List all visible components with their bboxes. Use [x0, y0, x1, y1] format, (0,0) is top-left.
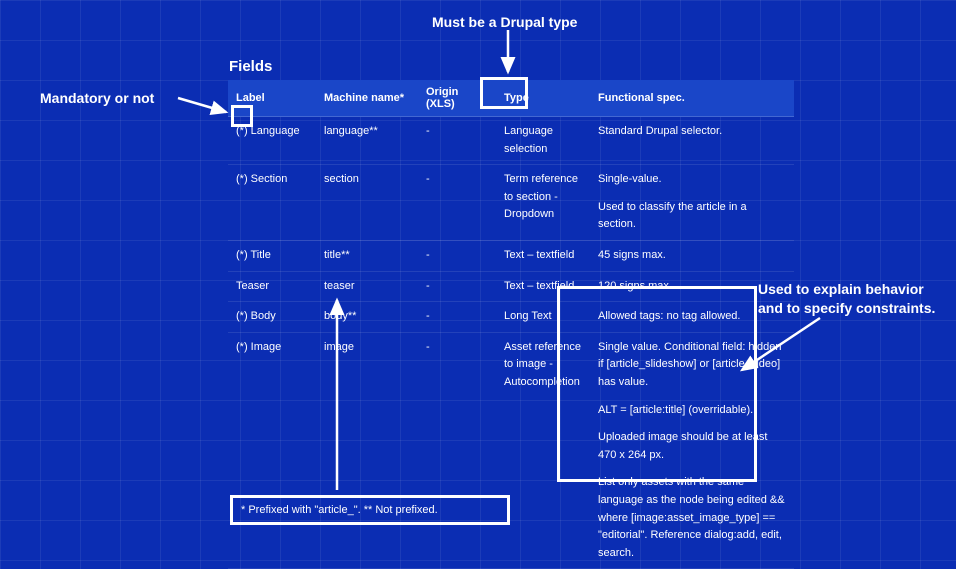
arrow-mandatory [0, 0, 956, 538]
